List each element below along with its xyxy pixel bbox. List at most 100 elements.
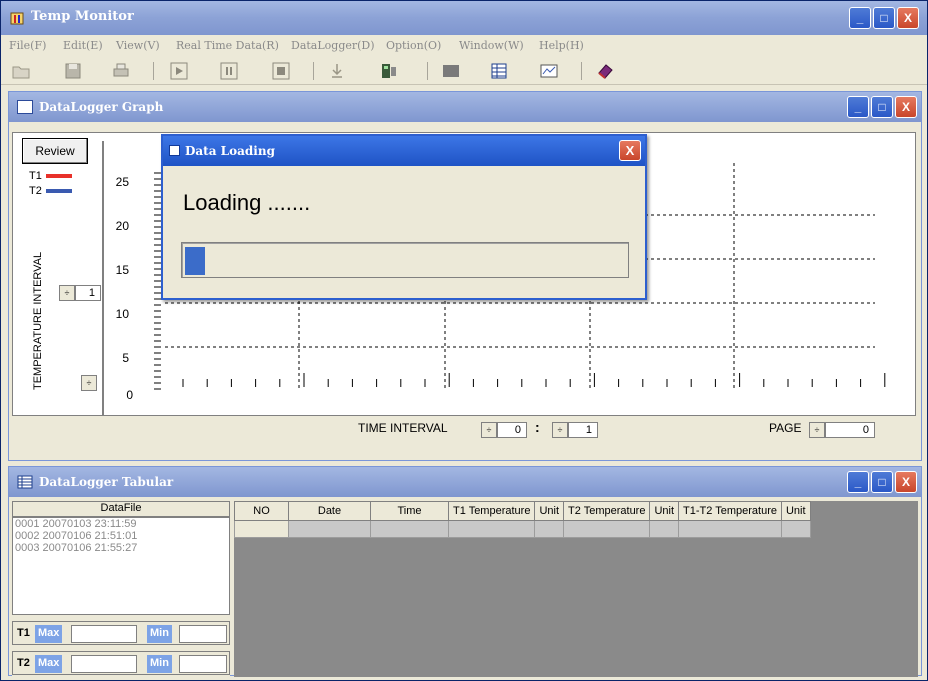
tabular-window-titlebar[interactable]: DataLogger Tabular _ □ X (9, 467, 921, 497)
open-folder-icon[interactable] (11, 61, 31, 81)
column-header-no[interactable]: NO (234, 501, 289, 521)
toolbar-separator (313, 62, 314, 80)
pause-icon[interactable] (219, 61, 239, 81)
tabular-close-button[interactable]: X (895, 471, 917, 493)
menu-datalogger[interactable]: DataLogger(D) (291, 39, 375, 52)
time-interval-b-spinner[interactable]: ÷ (552, 422, 568, 438)
y-offset-spinner[interactable]: ÷ (81, 375, 97, 391)
column-header-t2-temperature[interactable]: T2 Temperature (563, 501, 651, 521)
graph-icon[interactable] (539, 61, 559, 81)
toolbar-separator (153, 62, 154, 80)
table-header-row: NO Date Time T1 Temperature Unit T2 Temp… (234, 501, 811, 521)
t2-min-field[interactable] (179, 655, 227, 673)
graph-window-title: DataLogger Graph (39, 100, 164, 114)
menu-view[interactable]: View(V) (116, 39, 160, 52)
t1-max-field[interactable] (71, 625, 137, 643)
y-axis-label: TEMPERATURE INTERVAL (32, 251, 44, 390)
temperature-interval-value[interactable]: 1 (75, 285, 101, 301)
play-icon[interactable] (169, 61, 189, 81)
menu-file[interactable]: File(F) (9, 39, 46, 52)
dialog-close-button[interactable]: X (619, 140, 641, 161)
thermometer-app-icon (10, 12, 24, 25)
tabular-maximize-button[interactable]: □ (871, 471, 893, 493)
datafile-item[interactable]: 0001 20070103 23:11:59 (13, 518, 229, 530)
table-cell[interactable] (370, 520, 449, 538)
tabular-minimize-button[interactable]: _ (847, 471, 869, 493)
page-label: PAGE (769, 421, 802, 435)
column-header-t1-temperature[interactable]: T1 Temperature (447, 501, 536, 521)
column-header-t1-t2-temperature[interactable]: T1-T2 Temperature (678, 501, 782, 521)
close-button[interactable]: X (897, 7, 919, 29)
time-interval-a-value[interactable]: 0 (497, 422, 527, 438)
time-separator: : (535, 419, 540, 435)
menu-edit[interactable]: Edit(E) (63, 39, 103, 52)
graph-window-icon (17, 100, 33, 114)
datafile-list[interactable]: 0001 20070103 23:11:59 0002 20070106 21:… (12, 517, 230, 615)
download-icon[interactable] (327, 61, 347, 81)
print-icon[interactable] (111, 61, 131, 81)
datalogger-device-icon[interactable] (379, 61, 399, 81)
book-icon[interactable] (595, 61, 615, 81)
temperature-interval-spinner[interactable]: ÷ (59, 285, 75, 301)
column-header-unit[interactable]: Unit (534, 501, 565, 521)
column-header-unit[interactable]: Unit (780, 501, 811, 521)
time-interval-b-value[interactable]: 1 (568, 422, 598, 438)
menu-option[interactable]: Option(O) (386, 39, 441, 52)
minimize-button[interactable]: _ (849, 7, 871, 29)
stop-icon[interactable] (271, 61, 291, 81)
table-cell[interactable] (780, 520, 811, 538)
table-cell[interactable] (534, 520, 565, 538)
datafile-item[interactable]: 0003 20070106 21:55:27 (13, 542, 229, 554)
dialog-icon (169, 145, 180, 156)
menu-help[interactable]: Help(H) (539, 39, 584, 52)
y-tick-label: 5 (122, 351, 129, 365)
datalogger-tabular-window: DataLogger Tabular _ □ X DataFile 0001 2… (8, 466, 922, 677)
t2-max-label: Max (35, 655, 63, 673)
time-interval-a-spinner[interactable]: ÷ (481, 422, 497, 438)
graph-window-titlebar[interactable]: DataLogger Graph _ □ X (9, 92, 921, 122)
table-cell[interactable] (234, 520, 289, 538)
menu-window[interactable]: Window(W) (459, 39, 524, 52)
menu-real-time-data[interactable]: Real Time Data(R) (176, 39, 279, 52)
t1-min-field[interactable] (179, 625, 227, 643)
page-spinner[interactable]: ÷ (809, 422, 825, 438)
legend-t2-label: T2 (29, 185, 42, 197)
page-value[interactable]: 0 (825, 422, 875, 438)
maximize-button[interactable]: □ (873, 7, 895, 29)
graph-close-button[interactable]: X (895, 96, 917, 118)
t1-label: T1 (17, 627, 30, 639)
y-tick-label: 20 (115, 219, 129, 233)
app-window: Temp Monitor _ □ X File(F) Edit(E) View(… (0, 0, 928, 681)
column-header-date[interactable]: Date (288, 501, 371, 521)
legend-t1-label: T1 (29, 170, 42, 182)
table-cell[interactable] (649, 520, 680, 538)
legend-t1: T1 (29, 170, 72, 182)
graph-maximize-button[interactable]: □ (871, 96, 893, 118)
table-cell[interactable] (678, 520, 782, 538)
table-icon[interactable] (489, 61, 509, 81)
table-cell[interactable] (563, 520, 651, 538)
legend-t2: T2 (29, 185, 72, 197)
column-header-unit[interactable]: Unit (649, 501, 680, 521)
t1-min-label: Min (147, 625, 172, 643)
graph-minimize-button[interactable]: _ (847, 96, 869, 118)
t1-max-label: Max (35, 625, 63, 643)
column-header-time[interactable]: Time (370, 501, 449, 521)
dialog-titlebar[interactable]: Data Loading X (163, 136, 645, 166)
table-row[interactable] (234, 520, 811, 538)
app-titlebar[interactable]: Temp Monitor _ □ X (1, 1, 927, 35)
datafile-item[interactable]: 0002 20070106 21:51:01 (13, 530, 229, 542)
t2-max-field[interactable] (71, 655, 137, 673)
review-button[interactable]: Review (22, 138, 88, 164)
table-cell[interactable] (447, 520, 536, 538)
table-window-icon (17, 475, 33, 489)
save-icon[interactable] (63, 61, 83, 81)
table-cell[interactable] (288, 520, 371, 538)
datafile-header: DataFile (12, 501, 230, 517)
loading-message: Loading ....... (183, 190, 311, 215)
tabular-grid[interactable]: NO Date Time T1 Temperature Unit T2 Temp… (234, 501, 918, 677)
x-axis-ticks (182, 373, 886, 387)
y-tick-label: 25 (115, 175, 129, 189)
display-icon[interactable] (441, 61, 461, 81)
toolbar-separator (581, 62, 582, 80)
